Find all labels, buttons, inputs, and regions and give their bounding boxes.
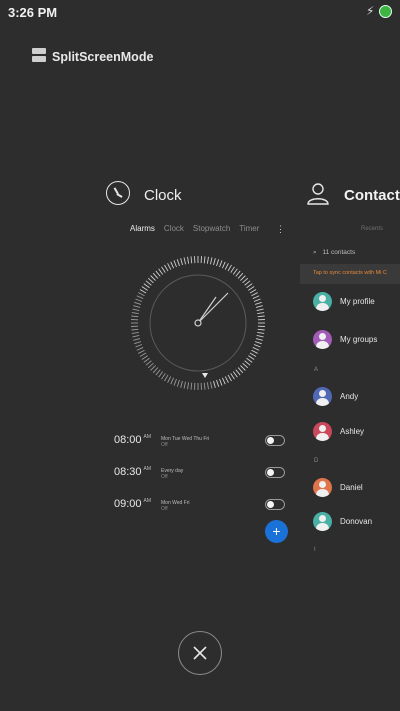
tab-timer[interactable]: Timer <box>239 224 259 233</box>
split-screen-icon <box>32 48 46 62</box>
split-screen-title: SplitScreenMode <box>52 50 154 64</box>
tab-clock[interactable]: Clock <box>164 224 184 233</box>
alarm-state: Off <box>161 506 168 512</box>
contact-name[interactable]: Ashley <box>340 427 364 436</box>
alarm-ampm: AM <box>143 434 152 441</box>
avatar[interactable] <box>313 422 332 441</box>
contact-name[interactable]: My groups <box>340 335 377 344</box>
alarm-repeat: Mon Tue Wed Thu Fri Off <box>161 436 209 448</box>
alarm-time-value: 08:30 <box>114 466 142 478</box>
tab-stopwatch[interactable]: Stopwatch <box>193 224 230 233</box>
alarm-time-value: 08:00 <box>114 434 142 446</box>
alarm-time[interactable]: 08:00 AM <box>114 434 151 446</box>
contacts-search[interactable]: ⌕ 11 contacts <box>313 249 355 257</box>
alarm-state: Off <box>161 442 168 448</box>
alarm-time-value: 09:00 <box>114 498 142 510</box>
avatar[interactable] <box>313 512 332 531</box>
contacts-app-title[interactable]: Contacts <box>344 187 400 204</box>
clock-icon <box>106 181 130 205</box>
contact-name[interactable]: My profile <box>340 297 375 306</box>
alarm-toggle[interactable] <box>265 467 285 478</box>
alarm-time[interactable]: 08:30 AM <box>114 466 151 478</box>
alarm-state: Off <box>161 474 168 480</box>
clock-app-title[interactable]: Clock <box>144 187 182 204</box>
section-header: I <box>314 547 316 553</box>
contact-name[interactable]: Donovan <box>340 517 372 526</box>
tab-recents[interactable]: Recents <box>361 226 383 232</box>
tab-alarms[interactable]: Alarms <box>130 224 155 233</box>
hour-hand <box>197 296 217 324</box>
analog-clock-dial <box>131 256 265 390</box>
person-icon <box>307 183 329 205</box>
avatar[interactable] <box>313 292 332 311</box>
sync-banner-text: Tap to sync contacts with Mi C <box>313 270 387 276</box>
avatar[interactable] <box>313 387 332 406</box>
battery-icon <box>379 5 392 18</box>
section-header: A <box>314 367 319 373</box>
close-button[interactable] <box>178 631 222 675</box>
status-time: 3:26 PM <box>8 5 58 20</box>
close-icon <box>193 646 207 660</box>
alarm-repeat: Mon Wed Fri Off <box>161 500 190 512</box>
add-alarm-button[interactable]: + <box>265 520 288 543</box>
clock-tabs: Alarms Clock Stopwatch Timer <box>130 224 259 233</box>
pointer-marker-icon <box>202 373 208 378</box>
status-bar: 3:26 PM ⚡︎ <box>0 0 400 24</box>
alarm-toggle[interactable] <box>265 499 285 510</box>
minute-hand <box>197 292 229 324</box>
avatar[interactable] <box>313 478 332 497</box>
contacts-count: 11 contacts <box>322 249 356 256</box>
alarm-time[interactable]: 09:00 AM <box>114 498 151 510</box>
section-header: D <box>314 458 319 464</box>
alarm-ampm: AM <box>143 466 152 473</box>
alarm-toggle[interactable] <box>265 435 285 446</box>
kebab-menu-icon[interactable]: ⋮ <box>276 224 285 235</box>
avatar[interactable] <box>313 330 332 349</box>
search-icon: ⌕ <box>313 249 317 256</box>
contact-name[interactable]: Daniel <box>340 483 363 492</box>
alarm-repeat: Every day Off <box>161 468 183 480</box>
alarm-days: Mon Tue Wed Thu Fri <box>161 436 210 442</box>
charging-icon: ⚡︎ <box>366 4 375 18</box>
alarm-ampm: AM <box>143 498 152 505</box>
contact-name[interactable]: Andy <box>340 392 358 401</box>
